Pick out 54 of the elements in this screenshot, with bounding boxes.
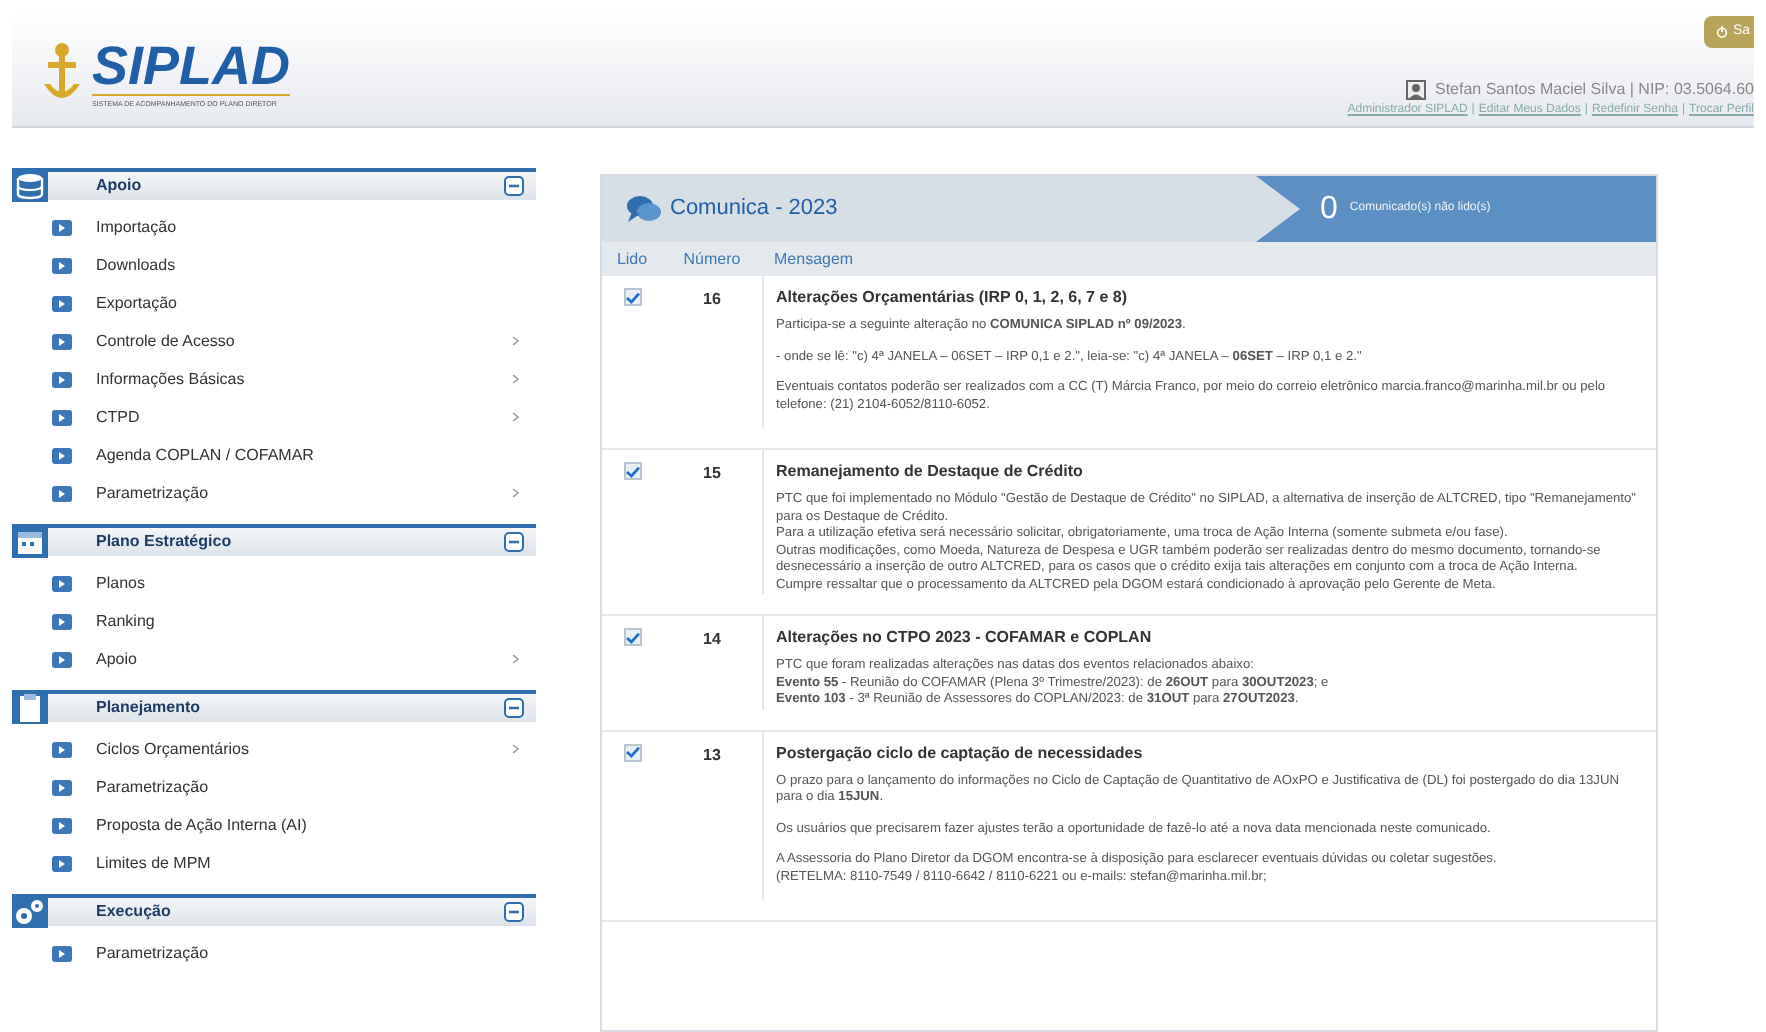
chat-bubbles-icon	[626, 194, 662, 224]
message-title: Alterações Orçamentárias (IRP 0, 1, 2, 6, 7 e 8)	[776, 286, 1129, 310]
message-title: Remanejamento de Destaque de Crédito	[776, 460, 1085, 484]
collapse-icon[interactable]	[504, 902, 524, 922]
menu-item[interactable]: Limites de MPM	[12, 844, 536, 882]
database-icon	[12, 170, 48, 202]
panel-title: Comunica - 2023	[670, 194, 838, 225]
user-icon	[1406, 80, 1427, 100]
menu-item[interactable]: Parametrização	[12, 474, 536, 512]
menu-item[interactable]: Ranking	[12, 602, 536, 640]
menu-item[interactable]: Agenda COPLAN / COFAMAR	[12, 436, 536, 474]
read-checkbox[interactable]	[623, 462, 641, 480]
user-info: Stefan Santos Maciel Silva | NIP: 03.5064.60	[1434, 78, 1754, 102]
message-number: 13	[701, 743, 723, 767]
column-header[interactable]: Número	[662, 247, 762, 271]
section-header[interactable]: Plano Estratégico	[12, 524, 536, 556]
section-title: Execução	[96, 900, 171, 924]
read-checkbox[interactable]	[623, 628, 641, 646]
menu-item[interactable]: CTPD	[12, 398, 536, 436]
menu-item[interactable]: Parametrização	[12, 934, 536, 972]
power-icon	[1716, 26, 1729, 38]
section-title: Planejamento	[96, 696, 201, 720]
collapse-icon[interactable]	[504, 532, 524, 552]
read-checkbox[interactable]	[623, 288, 641, 306]
logo-text: SIPLAD	[92, 37, 291, 93]
section-header[interactable]: Planejamento	[12, 690, 536, 722]
message-number: 14	[701, 628, 723, 652]
menu-item[interactable]: Downloads	[12, 246, 536, 284]
menu-item[interactable]: Planos	[12, 564, 536, 602]
read-checkbox[interactable]	[623, 743, 641, 761]
message-number: 16	[701, 288, 723, 312]
calendar-icon	[12, 526, 48, 558]
unread-count: 0	[1320, 189, 1338, 229]
menu-item[interactable]: Ciclos Orçamentários	[12, 730, 536, 768]
menu-item[interactable]: Proposta de Ação Interna (AI)	[12, 806, 536, 844]
menu-item[interactable]: Parametrização	[12, 768, 536, 806]
collapse-icon[interactable]	[504, 698, 524, 718]
section-header[interactable]: Apoio	[12, 168, 536, 200]
column-header[interactable]: Lido	[602, 247, 662, 271]
menu-item[interactable]: Apoio	[12, 640, 536, 678]
menu-item[interactable]: Importação	[12, 208, 536, 246]
gears-icon	[12, 896, 48, 928]
menu-item[interactable]: Exportação	[12, 284, 536, 322]
message-title: Alterações no CTPO 2023 - COFAMAR e COPLAN	[776, 626, 1154, 650]
clipboard-icon	[12, 692, 48, 724]
message-number: 15	[701, 462, 723, 486]
collapse-icon[interactable]	[504, 176, 524, 196]
column-header[interactable]: Mensagem	[762, 247, 854, 271]
menu-item[interactable]: Informações Básicas	[12, 360, 536, 398]
section-title: Apoio	[96, 174, 142, 198]
section-title: Plano Estratégico	[96, 530, 232, 554]
message-title: Postergação ciclo de captação de necessidades	[776, 741, 1145, 765]
menu-item[interactable]: Controle de Acesso	[12, 322, 536, 360]
section-header[interactable]: Execução	[12, 894, 536, 926]
